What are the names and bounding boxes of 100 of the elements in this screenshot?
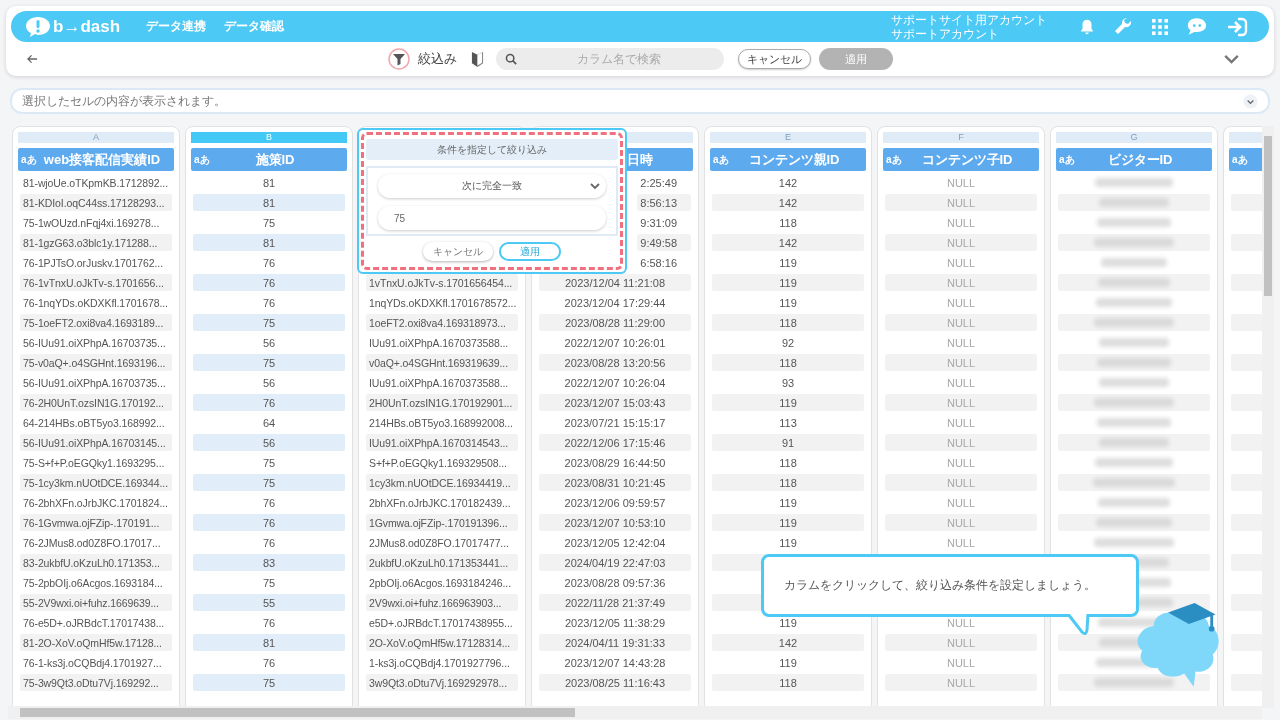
table-cell: 76-1Gvmwa.ojFZip-.170191... [20, 514, 172, 531]
table-cell: NULL [885, 514, 1037, 531]
table-cell-text: 119 [778, 495, 798, 511]
search-icon [504, 53, 517, 65]
search-field[interactable]: カラム名で検索 [495, 48, 724, 70]
table-cell-text: 2023/07/21 15:15:17 [563, 415, 667, 431]
table-cell-text: 119 [778, 615, 798, 631]
table-cell: 3w9Qt3.oDtu7Vj.169292978... [366, 674, 518, 691]
column-title: ビジターID [1107, 150, 1173, 169]
table-cell-text: 214HBs.oBT5yo3.168992008... [368, 415, 514, 431]
table-cell-text: 76 [261, 655, 277, 671]
column-letter[interactable]: A [18, 132, 174, 143]
table-cell: 76 [193, 514, 345, 531]
column-header[interactable]: aあ コンテンツ子ID [883, 148, 1039, 171]
table-cell-text: 2:25:49 [639, 175, 678, 191]
horizontal-scrollbar[interactable] [8, 706, 1262, 719]
column-title: コンテンツ子ID [921, 150, 1013, 169]
column-letter[interactable]: E [710, 132, 866, 143]
table-cell: 75 [193, 354, 345, 371]
column-header[interactable]: aあ web接客配信実績ID [18, 148, 174, 171]
table-cell-text: 92 [780, 335, 796, 351]
filter-label: 絞込み [417, 50, 457, 68]
column-letter[interactable]: F [883, 132, 1039, 143]
value-field[interactable]: 75 [378, 206, 606, 230]
table-cell: 2ukbfU.oKzuLh0.171353441... [366, 554, 518, 571]
table-cell: 2O-XoV.oQmHf5w.17128314... [366, 634, 518, 651]
table-cell: 2022/11/28 21:37:49 [539, 594, 691, 611]
table-cell-text: IUu91.oiXPhpA.1670373588... [368, 335, 510, 351]
table-cell-text: 75 [261, 575, 277, 591]
table-cell: NULL [885, 634, 1037, 651]
column-title: コンテンツ親ID [748, 150, 840, 169]
table-cell-text: NULL [945, 455, 977, 471]
table-cell-text: NULL [945, 215, 977, 231]
vertical-scrollbar[interactable] [1262, 126, 1274, 708]
table-cell-text: 56-IUu91.oiXPhpA.16703735... [22, 335, 167, 351]
table-cell-text: 76-2bhXFn.oJrbJKC.1701824... [22, 495, 169, 511]
table-cell-text: 2022/12/07 10:26:01 [563, 335, 667, 351]
chat-icon[interactable] [1186, 17, 1208, 36]
type-label: aあ [194, 153, 210, 167]
cancel-button[interactable]: キャンセル [737, 49, 811, 69]
table-cell: 8:56:13 [637, 194, 691, 211]
table-cell-text: 2022/12/07 10:26:04 [563, 375, 667, 391]
table-cell-text: NULL [945, 495, 977, 511]
login-icon[interactable] [1226, 16, 1248, 37]
table-cell-text: 76-2JMus8.od0Z8FO.17017... [22, 535, 162, 551]
grid-icon[interactable] [1152, 18, 1168, 35]
table-cell-text: 1-ks3j.oCQBdj4.1701927796... [368, 655, 511, 671]
table-cell: NULL [885, 474, 1037, 491]
condition-dropdown[interactable]: 次に完全一致 [378, 174, 606, 198]
logo-text[interactable]: b→dash [53, 16, 121, 37]
cancel-button[interactable]: キャンセル [423, 242, 493, 261]
table-cell: 83 [193, 554, 345, 571]
column-header[interactable]: aあ ビジターID [1056, 148, 1212, 171]
column-letter[interactable]: B [191, 132, 347, 143]
table-cell: 81 [193, 634, 345, 651]
table-cell: NULL [885, 434, 1037, 451]
table-cell: 75-3w9Qt3.oDtu7Vj.169292... [20, 674, 172, 691]
table-cell: NULL [885, 354, 1037, 371]
filter-icon[interactable] [387, 48, 410, 70]
table-cell: NULL [885, 674, 1037, 691]
table-cell: NULL [885, 394, 1037, 411]
table-cell-text: NULL [945, 375, 977, 391]
column-header[interactable]: aあ [1229, 148, 1262, 171]
table-cell: 75-1cy3km.nUOtDCE.169344... [20, 474, 172, 491]
table-cell: 119 [712, 274, 864, 291]
table-cell-text: IUu91.oiXPhpA.1670373588... [368, 375, 510, 391]
table-cell: 2H0UnT.ozsIN1G.170192901... [366, 394, 518, 411]
table-cell: 83-2ukbfU.oKzuLh0.171353... [20, 554, 172, 571]
table-cell: 142 [712, 194, 864, 211]
table-cell: 142 [712, 634, 864, 651]
table-cell-text: 2023/12/07 14:43:28 [563, 655, 667, 671]
table-cell-text: 81 [261, 175, 277, 191]
beginner-mark-icon[interactable] [470, 51, 484, 67]
table-cell-text: 75 [261, 215, 277, 231]
table-cell-text: 113 [778, 415, 798, 431]
table-cell: 119 [712, 394, 864, 411]
table-cell-text: 119 [778, 255, 798, 271]
table-cell-text: 6:58:16 [639, 255, 678, 271]
table-cell-text: 76-e5D+.oJRBdcT.17017438... [22, 615, 166, 631]
chevron-down-icon[interactable] [1243, 93, 1258, 109]
table-cell-text: 119 [778, 295, 798, 311]
column-title: web接客配信実績ID [43, 150, 161, 169]
apply-button[interactable]: 適用 [499, 242, 561, 261]
column-letter[interactable]: G [1056, 132, 1212, 143]
nav-link[interactable]: データ確認 [224, 18, 285, 35]
table-cell-text: 2023/12/05 12:42:04 [563, 535, 667, 551]
chevron-down-icon[interactable] [1224, 54, 1239, 64]
type-label: aあ [1059, 153, 1075, 167]
table-cell: 81-2O-XoV.oQmHf5w.17128... [20, 634, 172, 651]
table-cell: NULL [885, 274, 1037, 291]
table-cell: 1vTnxU.oJkTv-s.1701656454... [366, 274, 518, 291]
table-cell: 75 [193, 674, 345, 691]
cell-content-field[interactable]: 選択したセルの内容が表示されます。 [10, 88, 1270, 114]
column-header[interactable]: aあ コンテンツ親ID [710, 148, 866, 171]
bell-icon[interactable] [1078, 17, 1096, 36]
column-header[interactable]: aあ 施策ID [191, 148, 347, 171]
nav-link[interactable]: データ連携 [146, 18, 207, 35]
table-cell: 2023/12/07 15:03:43 [539, 394, 691, 411]
back-arrow-icon[interactable] [27, 54, 38, 64]
wrench-icon[interactable] [1114, 16, 1134, 37]
